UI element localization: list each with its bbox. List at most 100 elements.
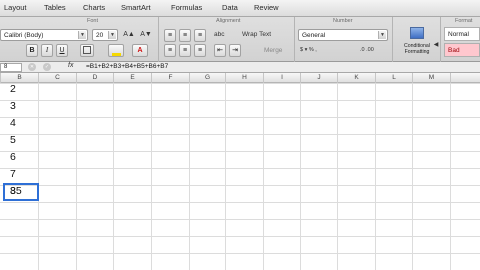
- gridline: [76, 83, 77, 270]
- group-divider: [440, 17, 441, 62]
- confirm-icon[interactable]: ✓: [43, 63, 51, 71]
- column-header-d[interactable]: D: [76, 73, 113, 83]
- gridline: [189, 83, 190, 270]
- group-divider: [158, 17, 159, 62]
- chevron-down-icon[interactable]: ▼: [378, 31, 386, 39]
- font-size-combo[interactable]: 20 ▼: [92, 29, 118, 41]
- style-bad[interactable]: Bad: [444, 43, 480, 57]
- decrease-indent-button[interactable]: ⇤: [214, 44, 226, 57]
- column-header-c[interactable]: C: [38, 73, 76, 83]
- align-right-button[interactable]: ≡: [194, 44, 206, 57]
- cell-b4[interactable]: 5: [10, 134, 16, 146]
- selected-cell-b8[interactable]: 35: [3, 183, 39, 201]
- column-header-g[interactable]: G: [189, 73, 225, 83]
- merge-button[interactable]: Merge: [264, 47, 282, 54]
- column-header-j[interactable]: J: [300, 73, 337, 83]
- align-bottom-button[interactable]: ≡: [194, 29, 206, 42]
- gridline: [0, 117, 480, 118]
- align-left-button[interactable]: ≡: [164, 44, 176, 57]
- conditional-formatting-button[interactable]: Conditional Formatting: [400, 25, 434, 59]
- gridline: [0, 134, 480, 135]
- column-headers: B C D E F G H I J K L M: [0, 73, 480, 83]
- gridline: [0, 83, 480, 84]
- ribbon-tabs: Layout Tables Charts SmartArt Formulas D…: [0, 0, 480, 17]
- tab-smartart[interactable]: SmartArt: [121, 3, 151, 12]
- conditional-formatting-label: Conditional Formatting: [404, 43, 430, 55]
- spreadsheet-grid[interactable]: B C D E F G H I J K L M 2 3 4 5 6 7 8 35: [0, 73, 480, 270]
- borders-button[interactable]: [80, 44, 94, 57]
- font-name-combo[interactable]: Calibri (Body) ▼: [0, 29, 88, 41]
- conditional-formatting-icon: [410, 27, 424, 39]
- name-box[interactable]: 8: [0, 63, 22, 72]
- column-header-b[interactable]: B: [0, 73, 38, 83]
- orientation-label[interactable]: abc: [214, 31, 224, 38]
- column-header-k[interactable]: K: [337, 73, 375, 83]
- group-divider: [294, 17, 295, 62]
- group-divider: [392, 17, 393, 62]
- font-size-value: 20: [96, 32, 104, 39]
- gridline: [0, 100, 480, 101]
- column-header-n[interactable]: [450, 73, 480, 83]
- cell-b3[interactable]: 4: [10, 117, 16, 129]
- number-format-value: General: [302, 32, 326, 39]
- gridline: [0, 236, 480, 237]
- gridline: [38, 83, 39, 270]
- cell-b8[interactable]: 35: [10, 185, 22, 197]
- italic-button[interactable]: I: [41, 44, 53, 57]
- column-header-e[interactable]: E: [113, 73, 151, 83]
- align-top-icon: ≡: [167, 32, 173, 39]
- align-left-icon: ≡: [167, 47, 173, 54]
- font-color-icon: A: [137, 47, 143, 54]
- align-right-icon: ≡: [197, 47, 203, 54]
- tab-review[interactable]: Review: [254, 3, 279, 12]
- number-format-combo[interactable]: General ▼: [298, 29, 388, 41]
- underline-button[interactable]: U: [56, 44, 68, 57]
- chevron-left-icon[interactable]: ◀: [433, 40, 439, 50]
- gridline: [0, 151, 480, 152]
- grow-font-icon[interactable]: A▲: [122, 30, 136, 40]
- tab-formulas[interactable]: Formulas: [171, 3, 202, 12]
- currency-icon[interactable]: $ ▾ % ,: [300, 47, 317, 53]
- chevron-down-icon[interactable]: ▼: [78, 31, 86, 39]
- gridline: [0, 202, 480, 203]
- tab-tables[interactable]: Tables: [44, 3, 66, 12]
- style-normal[interactable]: Normal: [444, 27, 480, 41]
- cancel-icon[interactable]: ✕: [28, 63, 36, 71]
- align-center-button[interactable]: ≡: [179, 44, 191, 57]
- cell-b6[interactable]: 7: [10, 168, 16, 180]
- tab-data[interactable]: Data: [222, 3, 238, 12]
- tab-charts[interactable]: Charts: [83, 3, 105, 12]
- font-color-button[interactable]: A: [132, 44, 148, 57]
- increase-indent-button[interactable]: ⇥: [229, 44, 241, 57]
- column-header-i[interactable]: I: [263, 73, 300, 83]
- wrap-text-button[interactable]: Wrap Text: [242, 31, 271, 38]
- align-bottom-icon: ≡: [197, 32, 203, 39]
- chevron-down-icon[interactable]: ▼: [108, 31, 116, 39]
- align-middle-button[interactable]: ≡: [179, 29, 191, 42]
- cell-b1[interactable]: 2: [10, 83, 16, 95]
- column-header-f[interactable]: F: [151, 73, 189, 83]
- gridline: [113, 83, 114, 270]
- formula-bar: 8 ✕ ✓ fx =B1+B2+B3+B4+B5+B6+B7: [0, 62, 480, 73]
- fill-color-button[interactable]: [108, 44, 124, 57]
- align-center-icon: ≡: [182, 47, 188, 54]
- column-header-l[interactable]: L: [375, 73, 412, 83]
- cell-b2[interactable]: 3: [10, 100, 16, 112]
- cell-b5[interactable]: 6: [10, 151, 16, 163]
- borders-icon: [83, 46, 91, 54]
- decimal-buttons[interactable]: .0 .00: [360, 47, 374, 53]
- gridline: [263, 83, 264, 270]
- font-name-value: Calibri (Body): [4, 32, 44, 39]
- function-icon[interactable]: fx: [68, 62, 73, 69]
- tab-layout[interactable]: Layout: [4, 3, 27, 12]
- gridline: [0, 185, 480, 186]
- column-header-m[interactable]: M: [412, 73, 450, 83]
- gridline: [151, 83, 152, 270]
- decrease-indent-icon: ⇤: [217, 47, 223, 54]
- gridline: [0, 219, 480, 220]
- shrink-font-icon[interactable]: A▼: [139, 30, 153, 40]
- column-header-h[interactable]: H: [225, 73, 263, 83]
- bold-button[interactable]: B: [26, 44, 38, 57]
- formula-input[interactable]: =B1+B2+B3+B4+B5+B6+B7: [86, 63, 168, 70]
- align-top-button[interactable]: ≡: [164, 29, 176, 42]
